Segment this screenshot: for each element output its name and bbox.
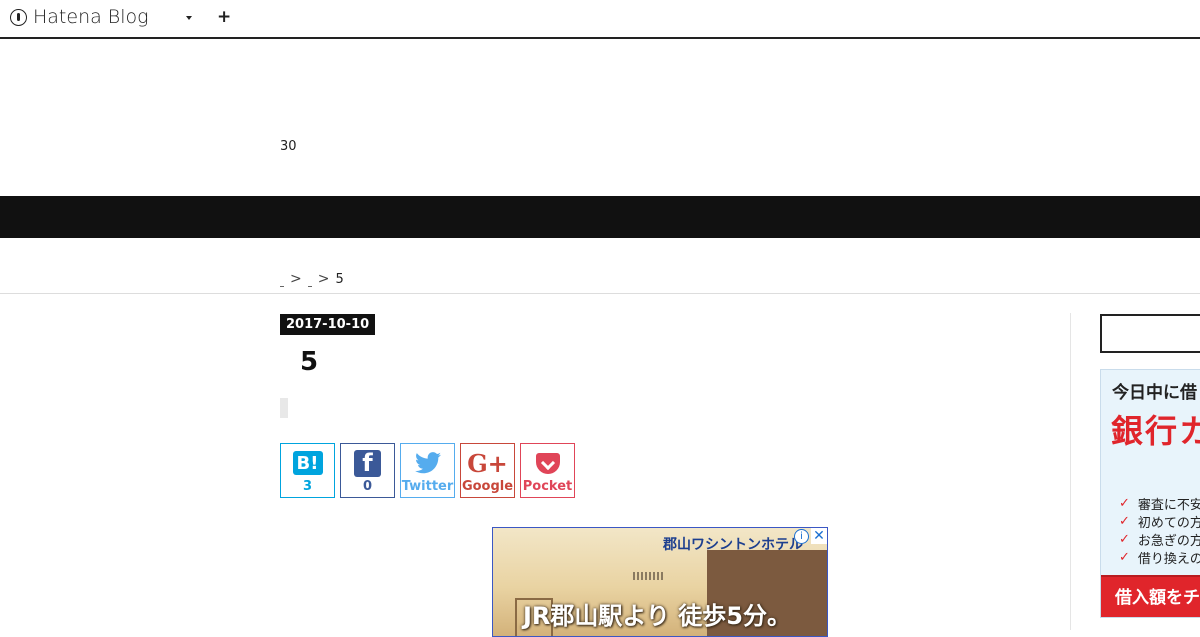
sidebar-advertisement[interactable]: 今日中に借 銀行カ ✓ 審査に不安 ✓ 初めての方 ✓ お急ぎの方 ✓ 借り換えの 借入… — [1100, 369, 1200, 618]
sidebar-divider — [1070, 313, 1071, 630]
pocket-share-button[interactable]: Pocket — [520, 443, 575, 498]
plus-icon[interactable]: + — [217, 7, 231, 27]
global-nav-bar — [0, 196, 1200, 238]
checklist-item: ✓ 借り換えの — [1119, 548, 1200, 567]
checklist-text: 審査に不安 — [1137, 497, 1200, 513]
checklist-text: お急ぎの方 — [1137, 533, 1200, 549]
breadcrumb-current: 5 — [335, 271, 344, 287]
header-divider — [0, 293, 1200, 294]
facebook-share-button[interactable]: f 0 — [340, 443, 395, 498]
checklist-item: ✓ お急ぎの方 — [1119, 530, 1200, 549]
hatena-blog-logo[interactable]: Hatena Blog — [10, 6, 149, 28]
facebook-share-count: 0 — [362, 479, 373, 494]
check-icon: ✓ — [1119, 495, 1130, 511]
entry-date[interactable]: 2017-10-10 — [280, 314, 376, 335]
ad-close-icon[interactable]: ✕ — [811, 528, 827, 544]
check-icon: ✓ — [1119, 549, 1130, 565]
twitter-bird-icon — [414, 452, 441, 474]
breadcrumb-separator: > — [290, 271, 302, 287]
ad-background-vent — [633, 572, 663, 580]
blog-subtitle: 30 — [280, 139, 297, 154]
hatena-topbar: Hatena Blog + — [0, 0, 1200, 39]
pocket-icon — [535, 452, 560, 474]
google-label: Google — [461, 479, 514, 494]
sidebar-search-input[interactable] — [1100, 314, 1200, 353]
breadcrumb-separator: > — [317, 271, 330, 287]
ad-info-icon[interactable]: i — [794, 529, 809, 544]
checklist-text: 初めての方 — [1137, 515, 1200, 531]
hatena-logo-icon — [10, 8, 27, 26]
checklist-item: ✓ 初めての方 — [1119, 512, 1200, 531]
chevron-down-icon[interactable] — [186, 16, 192, 20]
checklist-item: ✓ 審査に不安 — [1119, 494, 1200, 513]
twitter-share-button[interactable]: Twitter — [400, 443, 455, 498]
article-advertisement[interactable]: 郡山ワシントンホテル JR郡山駅より 徒歩5分。 i ✕ — [492, 527, 828, 637]
ad-hotel-name: 郡山ワシントンホテル — [663, 537, 803, 553]
sidebar-ad-line2: 銀行カ — [1111, 412, 1200, 450]
breadcrumb-home-link[interactable] — [280, 282, 284, 287]
google-plus-share-button[interactable]: G+ Google — [460, 443, 515, 498]
share-buttons: B! 3 f 0 Twitter G+ Google Pocket — [280, 443, 575, 498]
facebook-icon: f — [354, 449, 381, 477]
entry-category-marker — [280, 398, 288, 418]
sidebar-ad-checklist: ✓ 審査に不安 ✓ 初めての方 ✓ お急ぎの方 ✓ 借り換えの — [1119, 494, 1200, 567]
google-plus-icon: G+ — [467, 448, 508, 478]
brand-name: Hatena Blog — [33, 6, 149, 28]
check-icon: ✓ — [1119, 513, 1130, 529]
pocket-label: Pocket — [522, 479, 573, 494]
hatena-bookmark-button[interactable]: B! 3 — [280, 443, 335, 498]
entry-title[interactable]: 5 — [300, 347, 318, 377]
breadcrumb-category-link[interactable] — [307, 282, 312, 287]
breadcrumb: > > 5 — [280, 271, 344, 287]
check-icon: ✓ — [1119, 531, 1130, 547]
hatena-bookmark-icon: B! — [292, 451, 323, 475]
checklist-text: 借り換えの — [1137, 551, 1200, 567]
sidebar-ad-line1: 今日中に借 — [1112, 383, 1197, 403]
hatena-bookmark-count: 3 — [302, 479, 313, 494]
ad-headline: JR郡山駅より 徒歩5分。 — [523, 602, 791, 630]
twitter-label: Twitter — [401, 479, 454, 494]
sidebar-ad-cta-button[interactable]: 借入額をチ — [1101, 575, 1200, 617]
